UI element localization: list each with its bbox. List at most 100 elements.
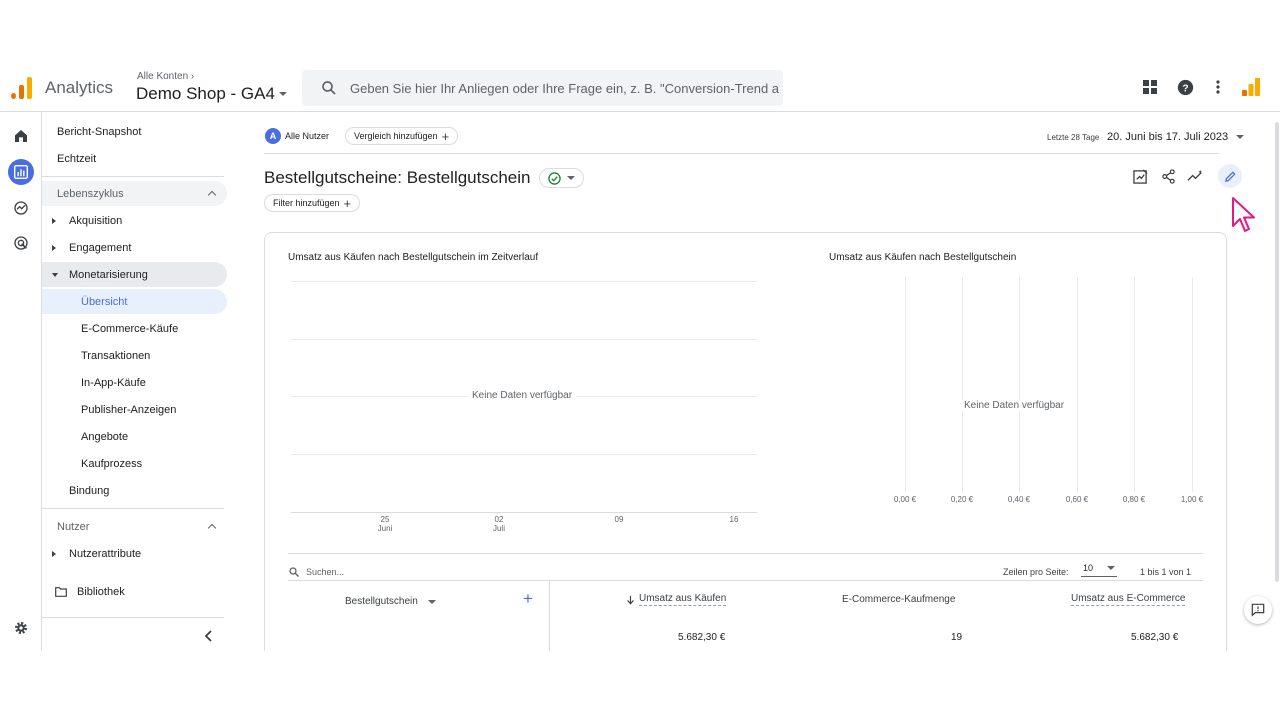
x-tick-label: 02 Juli <box>492 515 505 533</box>
nav-item-retention[interactable]: Bindung <box>42 478 227 503</box>
report-card: Umsatz aus Käufen nach Bestellgutschein … <box>264 232 1227 651</box>
line-chart-title: Umsatz aus Käufen nach Bestellgutschein … <box>288 252 539 263</box>
nav-item-realtime[interactable]: Echtzeit <box>42 146 227 171</box>
nav-item-label: Engagement <box>69 241 132 254</box>
app-name: Analytics <box>45 78 114 97</box>
nav-item-checkout-journey[interactable]: Kaufprozess <box>42 451 227 476</box>
expand-arrow-icon <box>52 244 56 251</box>
chevron-down-icon <box>566 176 575 180</box>
date-range-picker[interactable]: 20. Juni bis 17. Juli 2023 <box>1107 131 1245 143</box>
pagination-text: 1 bis 1 von 1 <box>1140 567 1192 577</box>
search-input[interactable] <box>350 80 780 96</box>
gridline <box>1192 277 1193 492</box>
nav-item-ecommerce-purchases[interactable]: E-Commerce-Käufe <box>42 316 227 341</box>
settings-icon[interactable] <box>10 617 32 639</box>
nav-section-user[interactable]: Nutzer <box>42 514 227 539</box>
more-vert-icon[interactable] <box>1208 77 1228 97</box>
nav-item-snapshot[interactable]: Bericht-Snapshot <box>42 119 227 144</box>
gridline <box>291 281 757 282</box>
nav-item-promotions[interactable]: Angebote <box>42 424 227 449</box>
account-breadcrumb[interactable]: Alle Konten › <box>137 71 194 82</box>
toolbar-divider <box>264 153 1219 154</box>
segment-avatar: A <box>265 128 281 144</box>
x-tick-label: 25 Juni <box>377 515 393 533</box>
total-purchase-revenue: 5.682,30 € <box>678 632 726 643</box>
nav-section-label: Lebenszyklus <box>57 187 124 200</box>
nav-item-acquisition[interactable]: Akquisition <box>42 208 227 233</box>
folder-icon <box>55 586 67 597</box>
gridline <box>962 277 963 492</box>
nav-item-in-app-purchases[interactable]: In-App-Käufe <box>42 370 227 395</box>
segment-label: Alle Nutzer <box>285 131 330 141</box>
reports-icon[interactable] <box>8 159 34 185</box>
report-status-chip[interactable] <box>538 168 584 188</box>
analytics-logo-icon[interactable] <box>1241 77 1261 97</box>
gridline <box>905 277 906 492</box>
table-column-divider <box>549 580 550 651</box>
column-header-purchase-revenue[interactable]: Umsatz aus Käufen <box>626 593 727 606</box>
home-icon[interactable] <box>10 125 32 147</box>
gridline <box>1077 277 1078 492</box>
bar-chart-plot: Keine Daten verfügbar <box>905 277 1195 492</box>
feedback-button[interactable] <box>1244 596 1272 624</box>
column-header-ecommerce-revenue[interactable]: Umsatz aus E-Commerce <box>1071 593 1186 606</box>
nav-item-user-attributes[interactable]: Nutzerattribute <box>42 541 227 566</box>
dimension-header[interactable]: Bestellgutschein <box>345 596 436 607</box>
help-icon[interactable]: ? <box>1175 77 1195 97</box>
rows-per-page-value: 10 <box>1083 562 1094 573</box>
line-chart-plot: Keine Daten verfügbar <box>291 281 757 513</box>
table-search[interactable]: Suchen... <box>288 562 588 582</box>
nav-item-label: Akquisition <box>69 214 123 227</box>
line-chart-no-data: Keine Daten verfügbar <box>468 390 577 401</box>
nav-section-lifecycle[interactable]: Lebenszyklus <box>42 181 227 206</box>
bar-chart-no-data: Keine Daten verfügbar <box>960 400 1069 411</box>
page-scrollbar[interactable] <box>1275 122 1279 582</box>
add-dimension-button[interactable]: + <box>523 590 533 607</box>
column-header-label: Umsatz aus Käufen <box>639 593 727 606</box>
edit-pencil-icon[interactable] <box>1218 164 1242 188</box>
nav-item-label: Nutzerattribute <box>69 547 142 560</box>
x-tick-label: 0,00 € <box>893 495 917 504</box>
insights-icon[interactable] <box>1184 165 1206 187</box>
nav-item-transactions[interactable]: Transaktionen <box>42 343 227 368</box>
x-tick-label: 0,20 € <box>950 495 974 504</box>
nav-item-engagement[interactable]: Engagement <box>42 235 227 260</box>
property-name: Demo Shop - GA4 <box>136 84 275 103</box>
nav-item-publisher-ads[interactable]: Publisher-Anzeigen <box>42 397 227 422</box>
x-tick-label: 16 <box>729 515 739 524</box>
check-circle-icon <box>547 171 561 185</box>
nav-divider <box>42 508 224 509</box>
add-filter-button[interactable]: Filter hinzufügen + <box>264 194 361 212</box>
explore-icon[interactable] <box>10 197 32 219</box>
share-icon[interactable] <box>1157 165 1179 187</box>
rows-per-page-label: Zeilen pro Seite: <box>1003 567 1069 577</box>
chevron-up-icon <box>207 190 217 200</box>
column-header-ecommerce-quantity[interactable]: E-Commerce-Kaufmenge <box>842 594 955 605</box>
gridline <box>291 339 757 340</box>
add-comparison-button[interactable]: Vergleich hinzufügen + <box>345 127 459 145</box>
advertising-icon[interactable] <box>10 232 32 254</box>
x-tick-label: 0,60 € <box>1065 495 1089 504</box>
chevron-up-icon <box>207 523 217 533</box>
expand-arrow-icon <box>52 217 56 224</box>
page-title: Bestellgutscheine: Bestellgutschein <box>264 168 531 187</box>
report-navigation: Bericht-Snapshot Echtzeit Lebenszyklus A… <box>42 112 232 651</box>
rows-per-page-select[interactable]: 10 <box>1081 559 1117 577</box>
chevron-down-icon <box>1236 135 1245 139</box>
analytics-app: Analytics Alle Konten › Demo Shop - GA4 … <box>0 62 1280 651</box>
apps-grid-icon[interactable] <box>1140 77 1160 97</box>
add-filter-label: Filter hinzufügen <box>273 198 340 208</box>
search-icon <box>322 81 336 95</box>
segment-chip[interactable]: A Alle Nutzer <box>264 127 338 145</box>
nav-item-monetization[interactable]: Monetarisierung <box>42 262 227 287</box>
table-search-placeholder: Suchen... <box>306 567 345 577</box>
property-selector[interactable]: Demo Shop - GA4 <box>136 84 287 104</box>
nav-item-label: Monetarisierung <box>69 268 148 281</box>
collapse-nav-icon[interactable] <box>202 629 216 643</box>
x-axis-line <box>291 512 757 513</box>
nav-item-overview[interactable]: Übersicht <box>42 289 227 314</box>
search-bar[interactable] <box>302 70 783 106</box>
customize-report-icon[interactable] <box>1129 165 1151 187</box>
nav-item-library[interactable]: Bibliothek <box>42 579 227 604</box>
chevron-down-icon <box>427 599 436 604</box>
